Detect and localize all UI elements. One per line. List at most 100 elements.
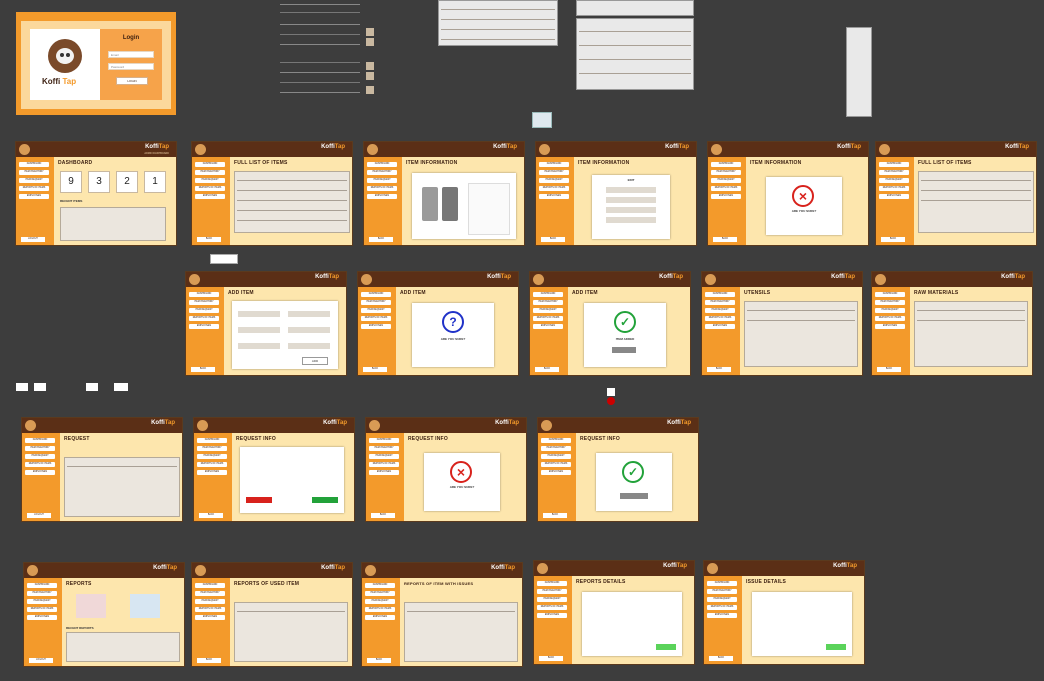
nav-dashboard[interactable]: DASHBOARD	[707, 581, 737, 586]
nav-reports[interactable]: REPORTS OF ITEMS	[189, 316, 219, 321]
nav-dashboard[interactable]: DASHBOARD	[879, 162, 909, 167]
nav-dashboard[interactable]: DASHBOARD	[27, 583, 57, 588]
nav-item-inventory[interactable]: ITEM INVENTORY	[197, 446, 227, 451]
nav-reports[interactable]: REPORTS OF ITEMS	[541, 462, 571, 467]
nav-employees[interactable]: EMPLOYEES	[195, 615, 225, 620]
decline-button[interactable]	[246, 497, 272, 503]
nav-reports[interactable]: REPORTS OF ITEMS	[19, 186, 49, 191]
nav-item-request[interactable]: ITEM REQUEST	[879, 178, 909, 183]
nav-dashboard[interactable]: DASHBOARD	[539, 162, 569, 167]
nav-reports[interactable]: REPORTS OF ITEMS	[197, 462, 227, 467]
nav-employees[interactable]: EMPLOYEES	[365, 615, 395, 620]
nav-item-inventory[interactable]: ITEM INVENTORY	[195, 170, 225, 175]
nav-item-inventory[interactable]: ITEM INVENTORY	[365, 591, 395, 596]
nav-item-request[interactable]: ITEM REQUEST	[539, 178, 569, 183]
nav-arrow-left[interactable]	[16, 383, 28, 391]
nav-item-request[interactable]: ITEM REQUEST	[27, 599, 57, 604]
nav-item-request[interactable]: ITEM REQUEST	[361, 308, 391, 313]
nav-employees[interactable]: EMPLOYEES	[195, 194, 225, 199]
nav-reports[interactable]: REPORTS OF ITEMS	[707, 605, 737, 610]
form-field[interactable]	[238, 311, 280, 317]
nav-employees[interactable]: EMPLOYEES	[27, 615, 57, 620]
nav-employees[interactable]: EMPLOYEES	[367, 194, 397, 199]
used-items-icon[interactable]	[76, 594, 106, 618]
nav-employees[interactable]: EMPLOYEES	[711, 194, 741, 199]
back-button[interactable]: BACK	[197, 658, 221, 663]
nav-dashboard[interactable]: DASHBOARD	[197, 438, 227, 443]
back-button[interactable]: BACK	[877, 367, 901, 372]
nav-dashboard[interactable]: DASHBOARD	[705, 292, 735, 297]
nav-reports[interactable]: REPORTS OF ITEMS	[361, 316, 391, 321]
nav-item-inventory[interactable]: ITEM INVENTORY	[27, 591, 57, 596]
logout-button[interactable]: LOGOUT	[21, 237, 45, 242]
nav-item-inventory[interactable]: ITEM INVENTORY	[537, 589, 567, 594]
add-button[interactable]: ADD	[302, 357, 328, 365]
back-button[interactable]: BACK	[543, 513, 567, 518]
nav-reports[interactable]: REPORTS OF ITEMS	[711, 186, 741, 191]
nav-employees[interactable]: EMPLOYEES	[539, 194, 569, 199]
warning-icon[interactable]	[130, 594, 160, 618]
edit-field[interactable]	[606, 197, 656, 203]
nav-reports[interactable]: REPORTS OF ITEMS	[369, 462, 399, 467]
nav-dashboard[interactable]: DASHBOARD	[365, 583, 395, 588]
nav-item-request[interactable]: ITEM REQUEST	[365, 599, 395, 604]
nav-employees[interactable]: EMPLOYEES	[705, 324, 735, 329]
nav-employees[interactable]: EMPLOYEES	[707, 613, 737, 618]
nav-employees[interactable]: EMPLOYEES	[197, 470, 227, 475]
back-button[interactable]: BACK	[369, 237, 393, 242]
nav-employees[interactable]: EMPLOYEES	[537, 613, 567, 618]
email-field[interactable]: Email	[108, 51, 154, 58]
approve-button[interactable]	[312, 497, 338, 503]
nav-item-request[interactable]: ITEM REQUEST	[711, 178, 741, 183]
nav-item-inventory[interactable]: ITEM INVENTORY	[361, 300, 391, 305]
nav-item-request[interactable]: ITEM REQUEST	[25, 454, 55, 459]
nav-employees[interactable]: EMPLOYEES	[541, 470, 571, 475]
nav-item-request[interactable]: ITEM REQUEST	[195, 178, 225, 183]
nav-employees[interactable]: EMPLOYEES	[25, 470, 55, 475]
nav-employees[interactable]: EMPLOYEES	[19, 194, 49, 199]
back-button[interactable]: BACK	[367, 658, 391, 663]
nav-item-inventory[interactable]: ITEM INVENTORY	[711, 170, 741, 175]
nav-employees[interactable]: EMPLOYEES	[879, 194, 909, 199]
done-button[interactable]	[656, 644, 676, 650]
nav-reports[interactable]: REPORTS OF ITEMS	[25, 462, 55, 467]
nav-dashboard[interactable]: DASHBOARD	[25, 438, 55, 443]
nav-item-inventory[interactable]: ITEM INVENTORY	[875, 300, 905, 305]
nav-employees[interactable]: EMPLOYEES	[875, 324, 905, 329]
edit-field[interactable]	[606, 187, 656, 193]
nav-reports[interactable]: REPORTS OF ITEMS	[875, 316, 905, 321]
back-button[interactable]: BACK	[713, 237, 737, 242]
back-button[interactable]: BACK	[709, 656, 733, 661]
nav-item-request[interactable]: ITEM REQUEST	[705, 308, 735, 313]
nav-employees[interactable]: EMPLOYEES	[361, 324, 391, 329]
back-button[interactable]: BACK	[191, 367, 215, 372]
nav-item-inventory[interactable]: ITEM INVENTORY	[879, 170, 909, 175]
edit-field[interactable]	[606, 217, 656, 223]
back-button[interactable]: BACK	[535, 367, 559, 372]
nav-dashboard[interactable]: DASHBOARD	[711, 162, 741, 167]
nav-reports[interactable]: REPORTS OF ITEMS	[537, 605, 567, 610]
nav-item-inventory[interactable]: ITEM INVENTORY	[539, 170, 569, 175]
nav-item-request[interactable]: ITEM REQUEST	[707, 597, 737, 602]
nav-item-inventory[interactable]: ITEM INVENTORY	[19, 170, 49, 175]
nav-item-request[interactable]: ITEM REQUEST	[875, 308, 905, 313]
nav-item-inventory[interactable]: ITEM INVENTORY	[707, 589, 737, 594]
form-field[interactable]	[238, 343, 280, 349]
nav-dashboard[interactable]: DASHBOARD	[361, 292, 391, 297]
nav-reports[interactable]: REPORTS OF ITEMS	[195, 607, 225, 612]
edit-field[interactable]	[606, 207, 656, 213]
ok-button[interactable]	[620, 493, 648, 499]
nav-item-request[interactable]: ITEM REQUEST	[189, 308, 219, 313]
nav-item-request[interactable]: ITEM REQUEST	[19, 178, 49, 183]
nav-item-request[interactable]: ITEM REQUEST	[197, 454, 227, 459]
nav-item-request[interactable]: ITEM REQUEST	[541, 454, 571, 459]
nav-dashboard[interactable]: DASHBOARD	[367, 162, 397, 167]
nav-dashboard[interactable]: DASHBOARD	[195, 162, 225, 167]
nav-reports[interactable]: REPORTS OF ITEMS	[27, 607, 57, 612]
back-button[interactable]: BACK	[199, 513, 223, 518]
nav-dashboard[interactable]: DASHBOARD	[537, 581, 567, 586]
nav-item-request[interactable]: ITEM REQUEST	[533, 308, 563, 313]
password-field[interactable]: Password	[108, 63, 154, 70]
nav-item-inventory[interactable]: ITEM INVENTORY	[533, 300, 563, 305]
nav-item-inventory[interactable]: ITEM INVENTORY	[25, 446, 55, 451]
